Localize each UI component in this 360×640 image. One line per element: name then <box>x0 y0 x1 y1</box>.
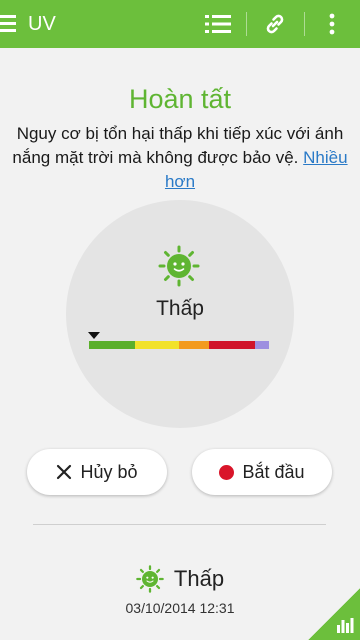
history-entry: Thấp <box>0 564 360 594</box>
list-icon <box>205 15 231 33</box>
link-button[interactable] <box>247 0 303 48</box>
history-level-label: Thấp <box>173 566 225 591</box>
list-button[interactable] <box>190 0 246 48</box>
result-heading: Hoàn tất <box>128 84 232 114</box>
uv-scale-segment <box>209 341 255 349</box>
uv-scale-segment <box>255 341 269 349</box>
start-button[interactable]: Bắt đầu <box>192 449 332 495</box>
risk-description-text: Nguy cơ bị tổn hại thấp khi tiếp xúc với… <box>12 124 344 167</box>
divider <box>33 524 326 525</box>
app-title: UV <box>28 13 56 35</box>
sun-face-icon <box>158 245 200 287</box>
uv-level-label: Thấp <box>156 297 204 320</box>
history-timestamp: 03/10/2014 12:31 <box>125 600 235 616</box>
level-pointer <box>88 332 101 339</box>
action-bar: UV <box>0 0 360 48</box>
start-button-label: Bắt đầu <box>242 461 305 482</box>
uv-scale-segment <box>179 341 209 349</box>
uv-scale-segment <box>135 341 179 349</box>
risk-description: Nguy cơ bị tổn hại thấp khi tiếp xúc với… <box>12 122 348 194</box>
link-icon <box>266 14 284 34</box>
close-icon <box>56 464 72 480</box>
overflow-icon <box>329 13 335 35</box>
uv-scale-segment <box>89 341 135 349</box>
sun-face-icon <box>136 565 164 593</box>
home-up-button[interactable]: UV <box>0 0 64 48</box>
bar-chart-icon <box>337 618 354 633</box>
menu-icon <box>0 15 16 33</box>
overflow-menu-button[interactable] <box>304 0 360 48</box>
cancel-button-label: Hủy bỏ <box>80 461 138 482</box>
cancel-button[interactable]: Hủy bỏ <box>27 449 167 495</box>
record-icon <box>219 464 235 480</box>
history-chart-button[interactable] <box>308 588 360 640</box>
uv-scale-bar <box>89 341 269 349</box>
